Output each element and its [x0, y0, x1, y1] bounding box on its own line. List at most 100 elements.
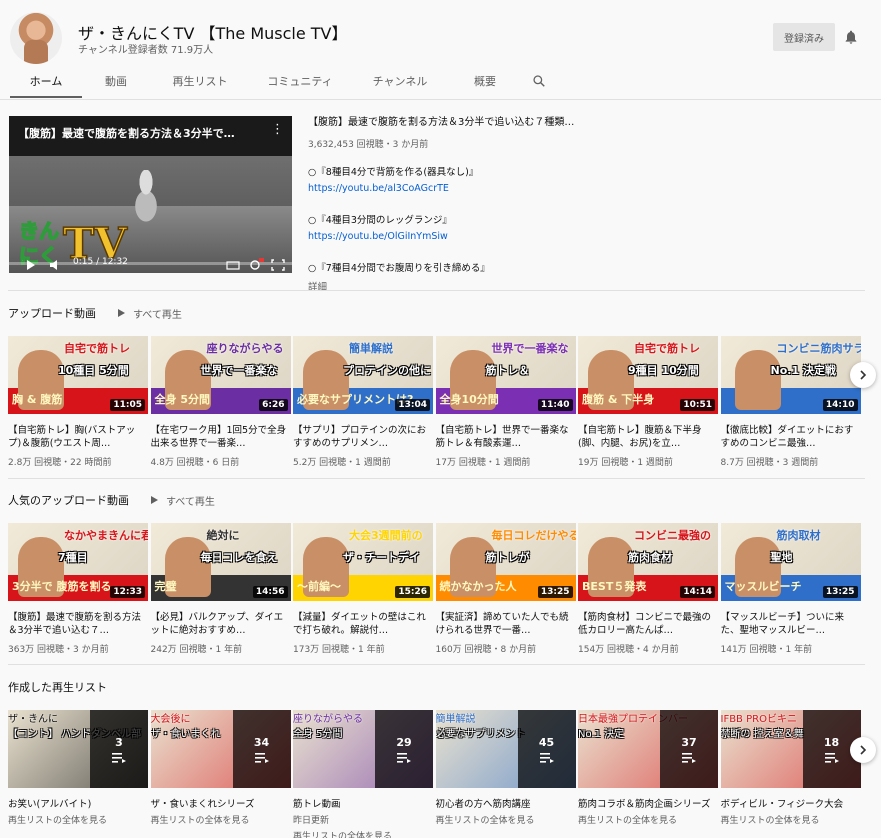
playlist-count-overlay: 34	[232, 710, 291, 788]
duration-badge: 13:25	[537, 586, 573, 598]
video-title[interactable]: 【自宅筋トレ】胸(バストアップ)＆腹筋(ウエスト周…	[8, 424, 148, 450]
playlist-card[interactable]: 日本最強プロテインバー No.1 決定 37 筋肉コラボ＆筋肉企画シリーズ 再生リストの…	[578, 710, 718, 826]
playlist-name[interactable]: お笑い(アルバイト)	[8, 796, 148, 810]
playlist-count-overlay: 3	[90, 710, 148, 788]
section-title[interactable]: 作成した再生リスト	[8, 679, 107, 695]
tab-playlists[interactable]: 再生リスト	[150, 66, 250, 98]
video-card[interactable]: 大会3週間前の ザ・チートデイ ～前編～ 15:26 【減量】ダイエットの壁はこれで打ち…	[293, 523, 433, 655]
playlist-thumbnail[interactable]: 日本最強プロテインバー No.1 決定 37	[578, 710, 718, 788]
section-title[interactable]: アップロード動画	[8, 305, 96, 321]
video-card[interactable]: 絶対に 毎日コレを食え 完璧 14:56 【必見】バルクアップ、ダイエットに絶対おすすめ…	[150, 523, 291, 655]
featured-video-title[interactable]: 【腹筋】最速で腹筋を割る方法＆3分半で追い込む７種類…	[308, 113, 868, 128]
video-card[interactable]: コンビニ筋肉サラダ No.1 決定戦 14:10 【徹底比較】ダイエットにおすすめのコ…	[720, 336, 861, 468]
video-thumbnail[interactable]: 世界で一番楽な 筋トレ＆ 全身10分間 11:40	[435, 336, 576, 414]
thumb-caption: 腹筋 & 下半身	[582, 393, 655, 406]
video-card[interactable]: コンビニ最強の 筋肉食材 BEST５発表 14:14 【筋肉食材】コンビニで最強の低カロ…	[578, 523, 718, 655]
playlist-card[interactable]: IFBB PROビキニ 禁断の 控え室＆舞 18 ボディビル・フィジーク大会 再生リスト…	[720, 710, 861, 826]
thumb-caption: 毎日コレを食え	[200, 551, 278, 564]
popular-row: なかやまきんに君と 7種目 3分半で 腹筋を割る12:33 【腹筋】最速で腹筋を割る方…	[8, 523, 868, 663]
video-title[interactable]: 【サプリ】プロテインの次におすすめのサプリメン…	[293, 424, 433, 450]
playlist-card[interactable]: 座りながらやる 全身 5分間 29 筋トレ動画昨日更新再生リストの全体を見る	[293, 710, 433, 838]
video-title[interactable]: 【徹底比較】ダイエットにおすすめのコンビニ最強…	[721, 424, 861, 450]
video-thumbnail[interactable]: なかやまきんに君と 7種目 3分半で 腹筋を割る12:33	[8, 523, 148, 601]
video-thumbnail[interactable]: コンビニ最強の 筋肉食材 BEST５発表 14:14	[578, 523, 718, 601]
video-card[interactable]: 座りながらやる 世界で一番楽な 全身 5分間 6:26 【在宅ワーク用】1回5分で全身出…	[150, 336, 291, 468]
view-full-playlist-link[interactable]: 再生リストの全体を見る	[578, 813, 718, 826]
video-title[interactable]: 【腹筋】最速で腹筋を割る方法＆3分半で追い込む７…	[8, 611, 148, 637]
video-meta: 4.8万 回視聴・6 日前	[150, 458, 240, 468]
playlist-count: 45	[538, 735, 555, 749]
view-full-playlist-link[interactable]: 再生リストの全体を見る	[721, 813, 861, 826]
search-icon[interactable]	[532, 74, 546, 88]
video-meta: 154万 回視聴・4 か月前	[578, 645, 679, 655]
video-card[interactable]: 筋肉取材 聖地 マッスルビーチ 13:25 【マッスルビーチ】ついに来た、聖地マッスルビ…	[720, 523, 861, 655]
next-arrow-button[interactable]	[850, 737, 876, 763]
thumb-caption: 聖地	[770, 551, 793, 564]
thumb-caption: 世界で一番楽な	[200, 364, 278, 377]
video-card[interactable]: 毎日コレだけやるんだ筋トレが続かなかった人 13:25 【実証済】諦めていた人でも続…	[435, 523, 576, 655]
next-arrow-button[interactable]	[850, 362, 876, 388]
playlist-card[interactable]: 大会後に ザ・食いまくれ 34 ザ・食いまくれシリーズ 再生リストの全体を見る	[150, 710, 291, 826]
video-thumbnail[interactable]: 自宅で筋トレ 10種目 5分間胸 & 腹筋 11:05	[8, 336, 148, 414]
tab-about[interactable]: 概要	[450, 66, 520, 98]
video-card[interactable]: 簡単解説 プロテインの他に 必要なサプリメントは? 13:04 【サプリ】プロテインの次…	[293, 336, 433, 468]
video-thumbnail[interactable]: 筋肉取材 聖地 マッスルビーチ 13:25	[720, 523, 861, 601]
tab-home[interactable]: ホーム	[10, 66, 82, 98]
playlist-name[interactable]: 筋トレ動画	[293, 796, 433, 810]
playlist-updated: 昨日更新	[293, 816, 330, 826]
thumb-caption: 胸 & 腹筋	[12, 393, 63, 406]
video-title[interactable]: 【在宅ワーク用】1回5分で全身出来る世界で一番楽…	[151, 424, 291, 450]
video-title[interactable]: 【実証済】諦めていた人でも続けられる世界で一番…	[436, 611, 576, 637]
duration-badge: 14:56	[252, 586, 288, 598]
playlist-thumbnail[interactable]: 簡単解説 必要なサプリメント 45	[435, 710, 576, 788]
tab-channels[interactable]: チャンネル	[350, 66, 450, 98]
playlist-card[interactable]: ザ・きんに 【コント】 ハンドダンベル部 3 お笑い(アルバイト) 再生リストの全体を見…	[8, 710, 148, 826]
playlist-thumbnail[interactable]: 座りながらやる 全身 5分間 29	[293, 710, 433, 788]
duration-badge: 11:05	[110, 399, 145, 411]
playlist-thumbnail[interactable]: 大会後に ザ・食いまくれ 34	[150, 710, 291, 788]
description-link[interactable]: https://youtu.be/al3CoAGcrTE	[308, 183, 868, 194]
video-thumbnail[interactable]: 座りながらやる 世界で一番楽な 全身 5分間 6:26	[150, 336, 291, 414]
description-link[interactable]: https://youtu.be/OlGiInYmSiw	[308, 231, 868, 242]
video-thumbnail[interactable]: 大会3週間前の ザ・チートデイ ～前編～ 15:26	[293, 523, 433, 601]
video-title[interactable]: 【必見】バルクアップ、ダイエットに絶対おすすめ…	[151, 611, 291, 637]
playlist-name[interactable]: ボディビル・フィジーク大会	[721, 796, 861, 810]
tab-videos[interactable]: 動画	[82, 66, 150, 98]
more-vert-icon[interactable]: ⋮	[271, 122, 284, 137]
playlist-name[interactable]: ザ・食いまくれシリーズ	[151, 796, 291, 810]
featured-video-player[interactable]: 【腹筋】最速で腹筋を割る方法＆3分半で… ⋮ きん にく TV 0:15 / 1…	[9, 116, 292, 273]
bell-icon[interactable]	[843, 28, 859, 46]
chevron-right-icon	[860, 745, 867, 755]
play-all-button[interactable]: すべて再生	[151, 493, 215, 508]
view-full-playlist-link[interactable]: 再生リストの全体を見る	[151, 813, 291, 826]
video-title[interactable]: 【自宅筋トレ】世界で一番楽な筋トレ＆有酸素運…	[436, 424, 576, 450]
channel-avatar[interactable]	[10, 12, 62, 64]
video-thumbnail[interactable]: 簡単解説 プロテインの他に 必要なサプリメントは? 13:04	[293, 336, 433, 414]
video-meta: 8.7万 回視聴・3 週間前	[720, 458, 819, 468]
video-thumbnail[interactable]: 絶対に 毎日コレを食え 完璧 14:56	[150, 523, 291, 601]
playlist-thumbnail[interactable]: ザ・きんに 【コント】 ハンドダンベル部 3	[8, 710, 148, 788]
video-title[interactable]: 【マッスルビーチ】ついに来た、聖地マッスルビー…	[721, 611, 861, 637]
view-full-playlist-link[interactable]: 再生リストの全体を見る	[8, 813, 148, 826]
playlist-icon	[539, 752, 554, 763]
tab-community[interactable]: コミュニティ	[250, 66, 350, 98]
video-title[interactable]: 【減量】ダイエットの壁はこれで打ち破れ。解説付…	[293, 611, 433, 637]
video-thumbnail[interactable]: 自宅で筋トレ 9種目 10分間 腹筋 & 下半身 10:51	[578, 336, 718, 414]
view-full-playlist-link[interactable]: 再生リストの全体を見る	[293, 829, 433, 838]
play-all-button[interactable]: すべて再生	[118, 306, 182, 321]
section-title[interactable]: 人気のアップロード動画	[8, 492, 129, 508]
playlist-name[interactable]: 初心者の方へ筋肉講座	[436, 796, 576, 810]
subscribed-button[interactable]: 登録済み	[773, 23, 835, 51]
video-card[interactable]: 世界で一番楽な 筋トレ＆ 全身10分間 11:40 【自宅筋トレ】世界で一番楽な筋トレ＆…	[435, 336, 576, 468]
video-title[interactable]: 【自宅筋トレ】腹筋＆下半身(脚、内腿、お尻)を立…	[578, 424, 718, 450]
video-thumbnail[interactable]: 毎日コレだけやるんだ筋トレが続かなかった人 13:25	[435, 523, 576, 601]
video-card[interactable]: 自宅で筋トレ 10種目 5分間胸 & 腹筋 11:05 【自宅筋トレ】胸(バストアップ…	[8, 336, 148, 468]
playlist-card[interactable]: 簡単解説 必要なサプリメント 45 初心者の方へ筋肉講座 再生リストの全体を見る	[435, 710, 576, 826]
playlist-thumbnail[interactable]: IFBB PROビキニ 禁断の 控え室＆舞 18	[720, 710, 861, 788]
view-full-playlist-link[interactable]: 再生リストの全体を見る	[436, 813, 576, 826]
video-card[interactable]: 自宅で筋トレ 9種目 10分間 腹筋 & 下半身 10:51 【自宅筋トレ】腹筋＆下半身…	[578, 336, 718, 468]
playlist-name[interactable]: 筋肉コラボ＆筋肉企画シリーズ	[578, 796, 718, 810]
video-card[interactable]: なかやまきんに君と 7種目 3分半で 腹筋を割る12:33 【腹筋】最速で腹筋を割る方…	[8, 523, 148, 655]
video-title[interactable]: 【筋肉食材】コンビニで最強の低カロリー高たんぱ…	[578, 611, 718, 637]
video-thumbnail[interactable]: コンビニ筋肉サラダ No.1 決定戦 14:10	[720, 336, 861, 414]
